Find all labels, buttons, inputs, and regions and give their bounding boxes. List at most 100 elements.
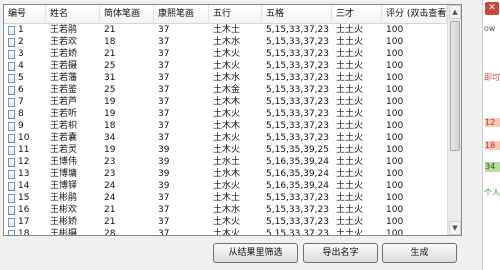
document-icon (8, 37, 15, 47)
table-row[interactable]: 3 王若娇 21 37 土木火 5,15,33,37,23 土土火 100 (4, 48, 447, 60)
table-row[interactable]: 2 王若欢 18 37 土木水 5,15,33,37,23 土土火 100 (4, 36, 447, 48)
cell-three-talents: 土土火 (336, 85, 364, 95)
table-row[interactable]: 6 王若鉴 25 37 土木金 5,15,33,37,23 土土火 100 (4, 84, 447, 96)
cell-five-grids: 5,16,35,39,24 (266, 169, 329, 179)
close-icon[interactable]: ✕ (485, 2, 499, 15)
table-row[interactable]: 18 王彬摄 28 37 土木火 5,15,33,37,23 土土火 100 (4, 228, 447, 236)
cell-five-grids: 5,15,33,37,23 (266, 49, 329, 59)
cell-kangxi-strokes: 37 (158, 61, 170, 71)
chevron-down-icon[interactable]: ▼ (449, 221, 461, 235)
cell-id: 3 (4, 48, 46, 60)
cell-five-grids: 5,15,33,37,23 (266, 97, 329, 107)
cell-five-grids: 5,16,35,39,24 (266, 157, 329, 167)
cell-five-elements: 土木水 (213, 37, 241, 47)
cell-kangxi-strokes: 39 (158, 169, 170, 179)
cell-id: 10 (4, 132, 46, 144)
background-link[interactable]: 即可 (484, 72, 500, 83)
table-row[interactable]: 8 王若听 19 37 土木火 5,15,33,37,23 土土火 100 (4, 108, 447, 120)
cell-score: 100 (386, 109, 404, 119)
cell-five-elements: 土木木 (213, 121, 241, 131)
document-icon (8, 229, 15, 235)
table-row[interactable]: 11 王若灵 19 39 土木火 5,15,35,39,25 土土火 100 (4, 144, 447, 156)
export-names-button[interactable]: 导出名字 (303, 243, 378, 263)
generate-button[interactable]: 生成 (382, 243, 457, 263)
row-number: 9 (18, 121, 24, 131)
cell-id: 12 (4, 156, 46, 168)
cell-simplified-strokes: 24 (104, 181, 116, 191)
column-header-name[interactable]: 姓名 (46, 5, 100, 24)
cell-score: 100 (386, 193, 404, 203)
column-header-score[interactable]: 评分 (双击查看) (382, 5, 447, 24)
cell-three-talents: 土土火 (336, 217, 364, 227)
cell-five-elements: 土木水 (213, 205, 241, 215)
table-row[interactable]: 17 王彬娇 21 37 土木火 5,15,33,37,23 土土火 100 (4, 216, 447, 228)
column-header-kangxi-strokes[interactable]: 康熙笔画 (154, 5, 209, 24)
name-generator-window: 编号 姓名 简体笔画 康熙笔画 五行 五格 三才 评分 (双击查看) 1 王若鹃 2… (0, 0, 482, 270)
cell-score: 100 (386, 97, 404, 107)
table-row[interactable]: 5 王若藩 31 37 土木水 5,15,33,37,23 土土火 100 (4, 72, 447, 84)
cell-kangxi-strokes: 37 (158, 121, 170, 131)
cell-five-elements: 土木火 (213, 217, 241, 227)
column-header-five-elements[interactable]: 五行 (209, 5, 262, 24)
cell-simplified-strokes: 19 (104, 97, 116, 107)
cell-name: 王若听 (50, 109, 78, 119)
cell-three-talents: 土土火 (336, 205, 364, 215)
scrollbar-thumb[interactable] (450, 21, 460, 151)
cell-simplified-strokes: 21 (104, 49, 116, 59)
cell-score: 100 (386, 37, 404, 47)
cell-kangxi-strokes: 37 (158, 229, 170, 236)
cell-name: 王若藩 (50, 73, 78, 83)
document-icon (8, 85, 15, 95)
cell-three-talents: 土土火 (336, 145, 364, 155)
results-list[interactable]: 编号 姓名 简体笔画 康熙笔画 五行 五格 三才 评分 (双击查看) 1 王若鹃 2… (3, 4, 462, 236)
background-text: 个人 (484, 188, 500, 197)
cell-five-elements: 土木火 (213, 49, 241, 59)
cell-simplified-strokes: 31 (104, 73, 116, 83)
cell-simplified-strokes: 28 (104, 229, 116, 236)
filter-results-button[interactable]: 从结果里筛选 (213, 243, 298, 263)
cell-name: 王彬摄 (50, 229, 78, 236)
cell-five-grids: 5,15,35,39,25 (266, 145, 329, 155)
table-row[interactable]: 13 王博墉 23 39 土水木 5,16,35,39,24 土土火 100 (4, 168, 447, 180)
cell-id: 16 (4, 204, 46, 216)
column-header-id[interactable]: 编号 (4, 5, 46, 24)
table-row[interactable]: 14 王博铎 24 39 土水火 5,16,35,39,24 土土火 100 (4, 180, 447, 192)
cell-score: 100 (386, 49, 404, 59)
document-icon (8, 97, 15, 107)
row-number: 11 (18, 145, 30, 155)
chevron-up-icon[interactable]: ▲ (449, 5, 461, 19)
table-row[interactable]: 4 王若摄 25 37 土木火 5,15,33,37,23 土土火 100 (4, 60, 447, 72)
table-row[interactable]: 7 王若芦 19 37 土木木 5,15,33,37,23 土土火 100 (4, 96, 447, 108)
table-row[interactable]: 16 王彬欢 21 37 土木水 5,15,33,37,23 土土火 100 (4, 204, 447, 216)
cell-five-elements: 土木火 (213, 109, 241, 119)
cell-kangxi-strokes: 37 (158, 97, 170, 107)
column-header-simplified-strokes[interactable]: 简体笔画 (100, 5, 154, 24)
cell-score: 100 (386, 169, 404, 179)
cell-five-grids: 5,15,33,37,23 (266, 109, 329, 119)
cell-score: 100 (386, 157, 404, 167)
cell-kangxi-strokes: 37 (158, 193, 170, 203)
document-icon (8, 109, 15, 119)
cell-simplified-strokes: 23 (104, 157, 116, 167)
column-header-three-talents[interactable]: 三才 (332, 5, 382, 24)
table-row[interactable]: 12 王博伟 23 39 土水土 5,16,35,39,24 土土火 100 (4, 156, 447, 168)
vertical-scrollbar[interactable]: ▲ ▼ (447, 5, 461, 235)
cell-simplified-strokes: 24 (104, 193, 116, 203)
cell-five-grids: 5,15,33,37,23 (266, 133, 329, 143)
background-badge: 34 (485, 162, 500, 172)
cell-five-elements: 土木火 (213, 229, 241, 236)
cell-five-grids: 5,16,35,39,24 (266, 181, 329, 191)
table-row[interactable]: 9 王若枳 18 37 土木木 5,15,33,37,23 土土火 100 (4, 120, 447, 132)
cell-five-grids: 5,15,33,37,23 (266, 25, 329, 35)
row-number: 6 (18, 85, 24, 95)
table-row[interactable]: 10 王若囊 34 37 土木火 5,15,33,37,23 土土火 100 (4, 132, 447, 144)
table-row[interactable]: 15 王彬鹃 24 37 土木土 5,15,33,37,23 土土火 100 (4, 192, 447, 204)
cell-name: 王若鉴 (50, 85, 78, 95)
row-number: 10 (18, 133, 30, 143)
document-icon (8, 73, 15, 83)
column-header-five-grids[interactable]: 五格 (262, 5, 332, 24)
table-row[interactable]: 1 王若鹃 21 37 土木土 5,15,33,37,23 土土火 100 (4, 24, 447, 36)
column-header-row: 编号 姓名 简体笔画 康熙笔画 五行 五格 三才 评分 (双击查看) (4, 5, 447, 24)
cell-five-elements: 土木木 (213, 97, 241, 107)
cell-id: 11 (4, 144, 46, 156)
